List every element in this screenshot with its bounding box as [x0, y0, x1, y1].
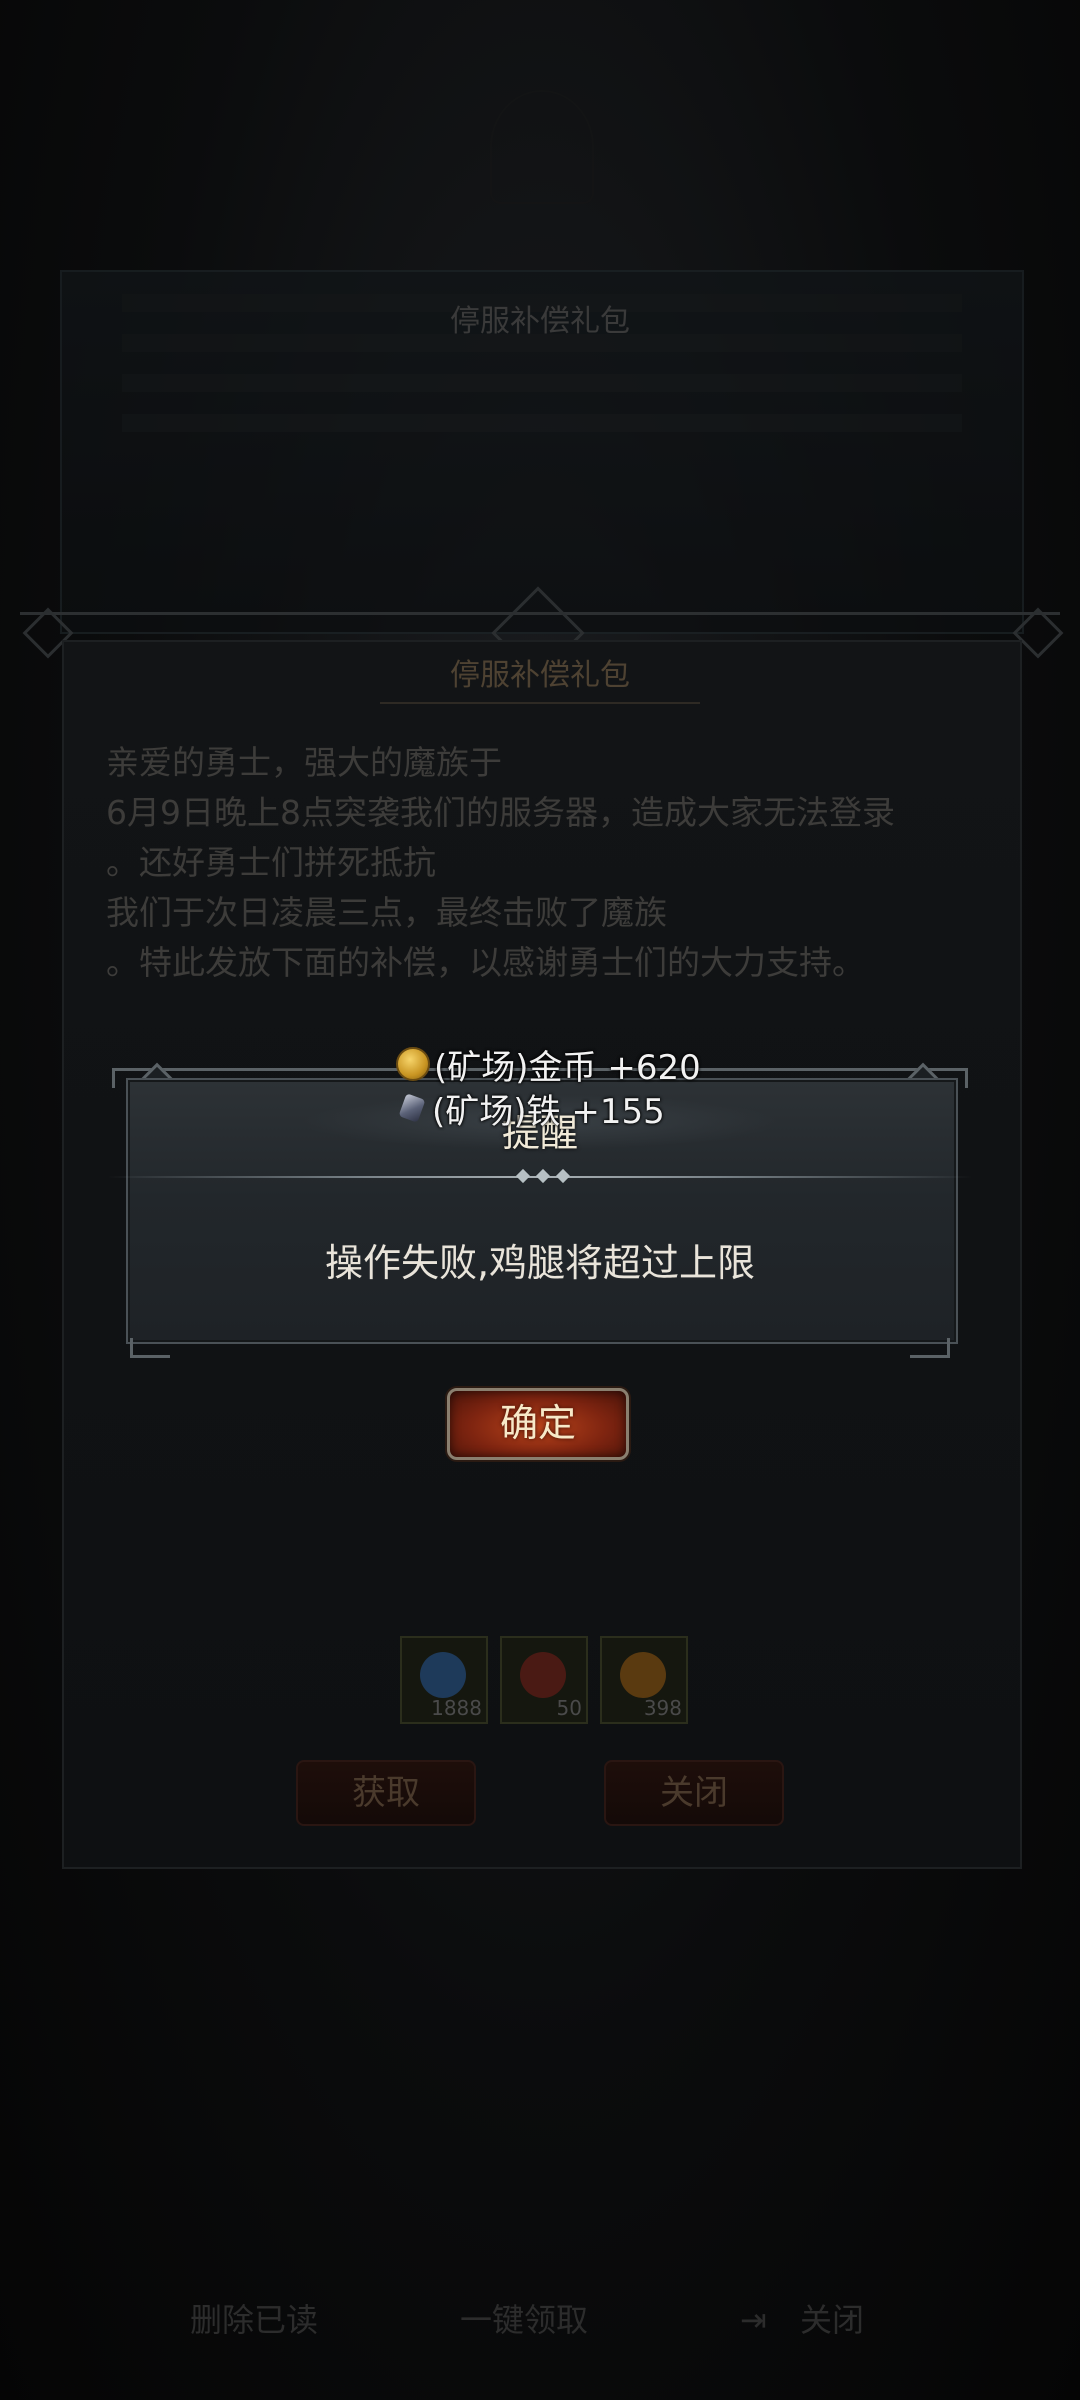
item-count: 50	[556, 1696, 582, 1720]
message-line: 亲爱的勇士，强大的魔族于	[106, 743, 502, 782]
chicken-leg-icon	[520, 1652, 566, 1698]
reward-toast: (矿场)金币 +620 (矿场)铁 +155	[396, 1042, 756, 1132]
alert-bottom-left-corner	[130, 1338, 170, 1358]
claim-all-button[interactable]: 一键领取	[460, 2290, 588, 2350]
delete-read-button[interactable]: 删除已读	[190, 2290, 318, 2350]
alert-message: 操作失败,鸡腿将超过上限	[324, 1241, 756, 1285]
message-line: 我们于次日凌晨三点，最终击败了魔族	[106, 893, 667, 932]
iron-ore-icon	[396, 1092, 428, 1124]
top-emblem-icon	[490, 90, 594, 204]
reward-item-slot[interactable]: 1888	[400, 1636, 488, 1724]
gold-coin-icon	[396, 1047, 430, 1081]
compensation-message: 亲爱的勇士，强大的魔族于 6月9日晚上8点突袭我们的服务器，造成大家无法登录 。…	[106, 738, 986, 988]
confirm-button[interactable]: 确定	[447, 1388, 629, 1460]
reward-text: (矿场)金币 +620	[434, 1047, 701, 1088]
reward-item-slot[interactable]: 398	[600, 1636, 688, 1724]
message-line: 。还好勇士们拼死抵抗	[106, 843, 436, 882]
reward-line: (矿场)铁 +155	[396, 1086, 756, 1132]
item-count: 398	[643, 1696, 682, 1720]
orange-crystal-icon	[620, 1652, 666, 1698]
exit-icon[interactable]: ⇥	[740, 2290, 767, 2350]
message-line: 。特此发放下面的补偿，以感谢勇士们的大力支持。	[106, 943, 865, 982]
bottom-close-button[interactable]: 关闭	[800, 2290, 864, 2350]
message-line: 6月9日晚上8点突袭我们的服务器，造成大家无法登录	[106, 793, 895, 832]
get-button[interactable]: 获取	[296, 1760, 476, 1826]
blue-gem-icon	[420, 1652, 466, 1698]
close-dialog-button[interactable]: 关闭	[604, 1760, 784, 1826]
reward-item-slot[interactable]: 50	[500, 1636, 588, 1724]
alert-bottom-right-corner	[910, 1338, 950, 1358]
compensation-dialog-title: 停服补偿礼包	[380, 650, 700, 704]
background-panel-title: 停服补偿礼包	[450, 304, 630, 339]
reward-line: (矿场)金币 +620	[396, 1042, 756, 1088]
reward-text: (矿场)铁 +155	[432, 1091, 665, 1132]
item-count: 1888	[431, 1696, 482, 1720]
bottom-nav: 删除已读 一键领取 ⇥ 关闭	[0, 2290, 1080, 2350]
